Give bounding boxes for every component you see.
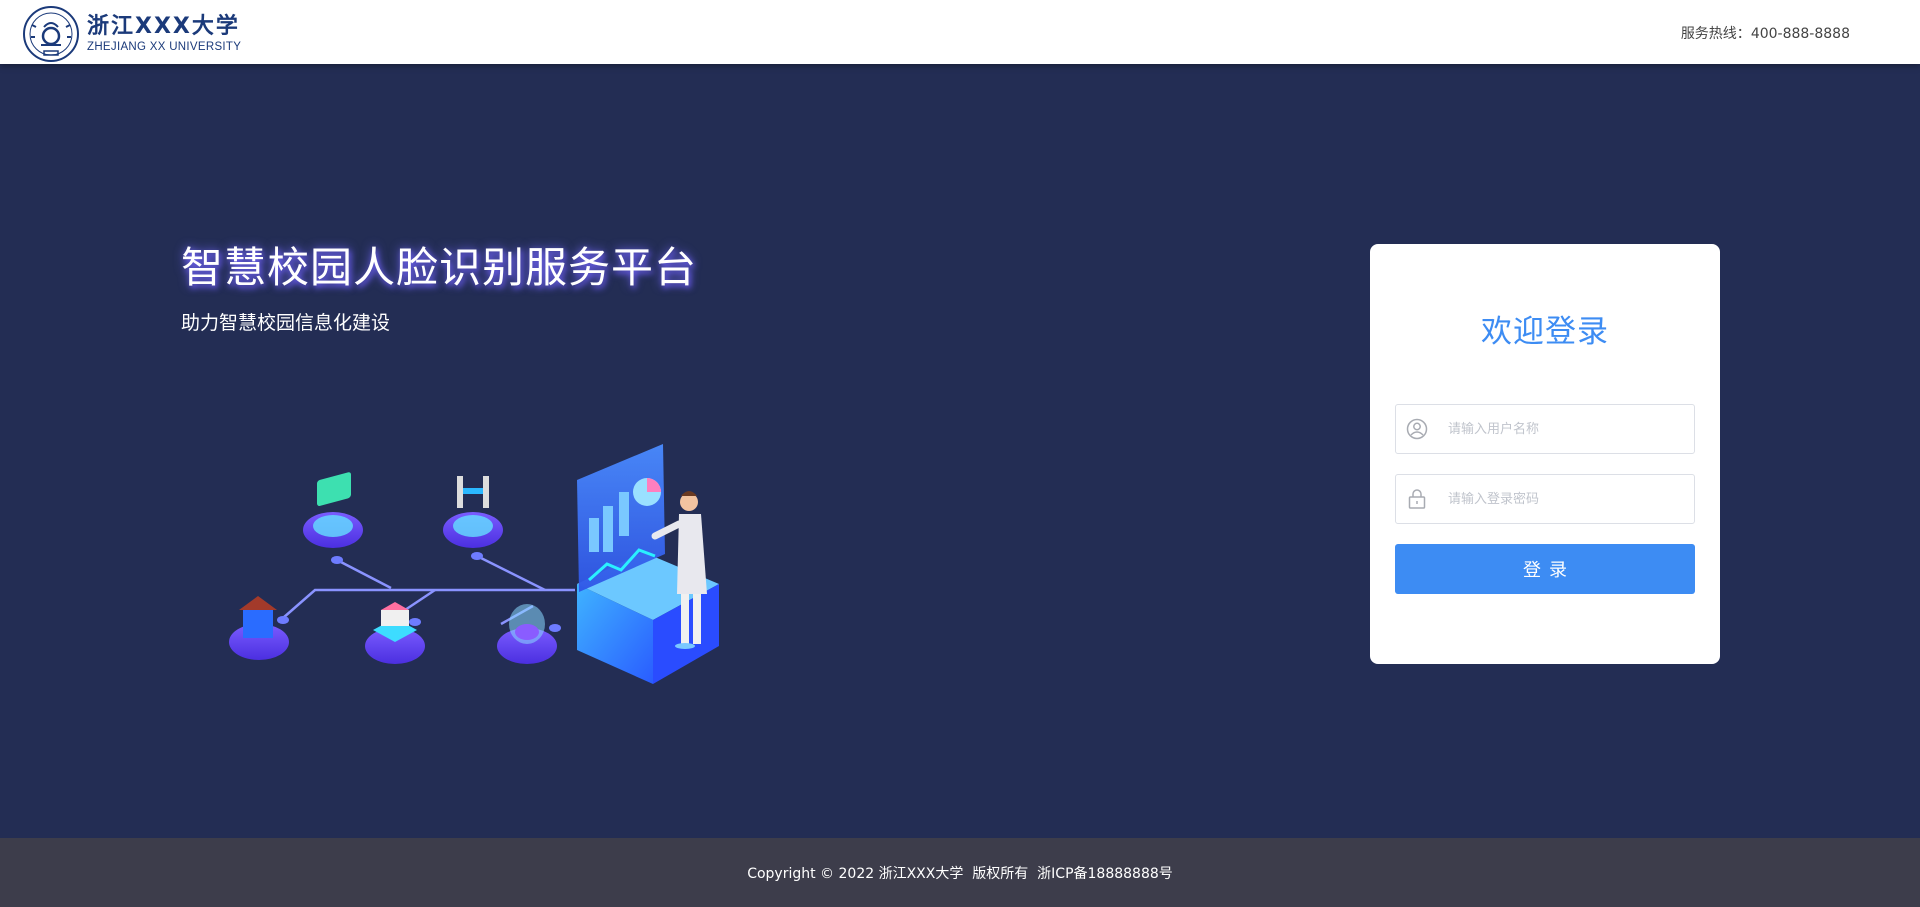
login-card: 欢迎登录 登录 — [1370, 244, 1720, 664]
lock-icon — [1406, 488, 1428, 510]
top-header: 浙江XXX大学 ZHEJIANG XX UNIVERSITY 服务热线：400-… — [0, 0, 1920, 64]
service-hotline: 服务热线：400-888-8888 — [1681, 23, 1850, 43]
university-name-en: ZHEJIANG XX UNIVERSITY — [87, 41, 242, 53]
university-seal-icon — [23, 6, 79, 62]
username-field[interactable] — [1395, 404, 1695, 454]
main-content: 智慧校园人脸识别服务平台 助力智慧校园信息化建设 欢迎登录 请输入用户名称 登录 — [0, 64, 1920, 838]
user-circle-icon — [1406, 418, 1428, 440]
footer: Copyright © 2022 浙江XXX大学 版权所有 浙ICP备18888… — [0, 838, 1920, 907]
university-name-cn: 浙江XXX大学 — [87, 14, 240, 39]
hotline-label: 服务热线： — [1680, 26, 1751, 42]
password-field[interactable] — [1395, 474, 1695, 524]
hero-title: 智慧校园人脸识别服务平台 — [181, 243, 698, 292]
login-button[interactable]: 登录 — [1395, 544, 1695, 594]
password-input[interactable] — [1446, 478, 1680, 520]
footer-copyright: Copyright © 2022 浙江XXX大学 版权所有 浙ICP备18888… — [747, 865, 1173, 882]
username-input[interactable] — [1446, 408, 1680, 450]
hotline-number: 400-888-8888 — [1750, 26, 1850, 42]
hero-subtitle: 助力智慧校园信息化建设 — [181, 312, 391, 334]
login-title: 欢迎登录 — [1481, 314, 1609, 350]
smart-campus-illustration — [229, 444, 719, 684]
university-logo[interactable]: 浙江XXX大学 ZHEJIANG XX UNIVERSITY — [22, 5, 241, 63]
